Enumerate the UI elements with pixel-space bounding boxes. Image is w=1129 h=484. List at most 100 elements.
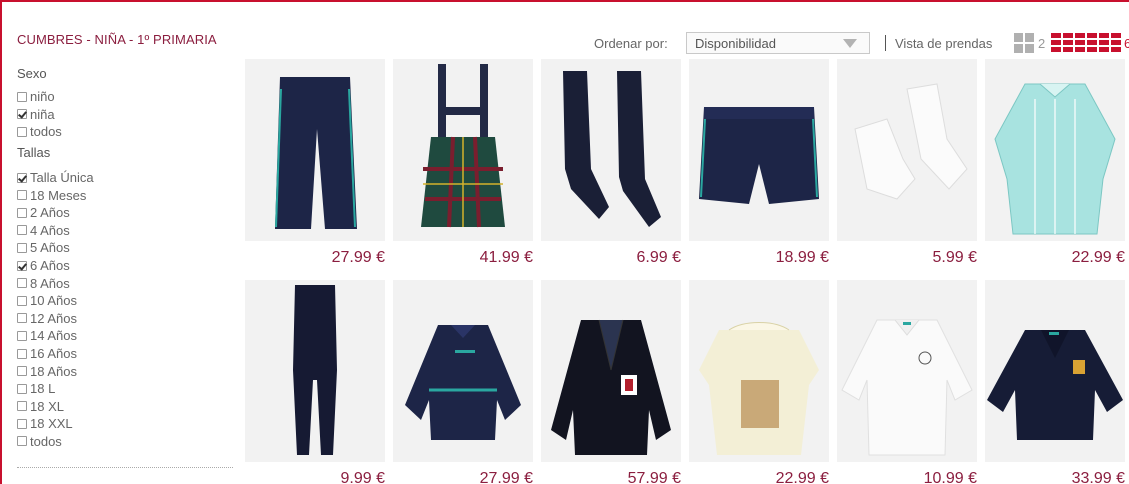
filter-option-sexo[interactable]: niña bbox=[17, 106, 233, 124]
pants-icon bbox=[275, 77, 357, 229]
checkbox[interactable] bbox=[17, 401, 27, 412]
checkbox[interactable] bbox=[17, 242, 27, 253]
product-card[interactable]: 10.99 € bbox=[837, 280, 977, 484]
filter-sexo-title: Sexo bbox=[17, 66, 47, 81]
filter-option-tallas[interactable]: 10 Años bbox=[17, 292, 233, 310]
filter-tallas-title: Tallas bbox=[17, 144, 51, 160]
product-image[interactable] bbox=[837, 280, 977, 462]
checkbox[interactable] bbox=[17, 383, 27, 394]
product-price: 22.99 € bbox=[775, 470, 829, 484]
tracksuit-jacket-icon bbox=[405, 325, 521, 440]
filter-option-label: niño bbox=[30, 89, 55, 105]
product-image[interactable] bbox=[985, 280, 1125, 462]
filter-option-label: 18 Años bbox=[30, 363, 77, 379]
checkbox[interactable] bbox=[17, 109, 27, 120]
checkbox[interactable] bbox=[17, 91, 27, 102]
checkbox[interactable] bbox=[17, 278, 27, 289]
product-image[interactable] bbox=[393, 59, 533, 241]
product-card[interactable]: 57.99 € bbox=[541, 280, 681, 484]
breadcrumb[interactable]: CUMBRES - NIÑA - 1º PRIMARIA bbox=[17, 32, 217, 47]
product-card[interactable]: 22.99 € bbox=[689, 280, 829, 484]
sidebar-divider bbox=[17, 467, 233, 468]
sweater-icon bbox=[987, 330, 1123, 440]
filter-option-label: 18 L bbox=[30, 381, 56, 397]
product-card[interactable]: 33.99 € bbox=[985, 280, 1125, 484]
filter-option-label: 18 XL bbox=[30, 398, 64, 414]
filter-option-tallas[interactable]: todos bbox=[17, 433, 233, 451]
product-image[interactable] bbox=[985, 59, 1125, 241]
tights-icon bbox=[293, 285, 337, 455]
product-price: 10.99 € bbox=[923, 470, 977, 484]
product-price: 5.99 € bbox=[932, 249, 977, 266]
shorts-icon bbox=[699, 107, 819, 204]
filter-option-tallas[interactable]: 14 Años bbox=[17, 327, 233, 345]
product-card[interactable]: 18.99 € bbox=[689, 59, 829, 266]
checkbox[interactable] bbox=[17, 190, 27, 201]
grid-2-view-icon[interactable] bbox=[1014, 33, 1034, 53]
filter-option-label: 5 Años bbox=[30, 240, 70, 256]
product-card[interactable]: 27.99 € bbox=[245, 59, 385, 266]
checkbox[interactable] bbox=[17, 225, 27, 236]
sort-select-value: Disponibilidad bbox=[695, 36, 776, 51]
filter-option-tallas[interactable]: 18 Meses bbox=[17, 186, 233, 204]
product-price: 18.99 € bbox=[775, 249, 829, 266]
filter-option-sexo[interactable]: todos bbox=[17, 123, 233, 141]
checkbox[interactable] bbox=[17, 330, 27, 341]
filter-option-tallas[interactable]: 18 Años bbox=[17, 362, 233, 380]
checkbox[interactable] bbox=[17, 260, 27, 271]
view-label: Vista de prendas bbox=[895, 36, 993, 51]
product-card[interactable]: 9.99 € bbox=[245, 280, 385, 484]
toolbar-separator bbox=[885, 35, 886, 51]
product-card[interactable]: 5.99 € bbox=[837, 59, 977, 266]
product-card[interactable]: 41.99 € bbox=[393, 59, 533, 266]
grid-6-view-icon[interactable] bbox=[1051, 33, 1121, 53]
product-price: 41.99 € bbox=[479, 249, 533, 266]
filter-option-tallas[interactable]: 2 Años bbox=[17, 204, 233, 222]
product-image[interactable] bbox=[837, 59, 977, 241]
checkbox[interactable] bbox=[17, 366, 27, 377]
view-2-label[interactable]: 2 bbox=[1038, 36, 1045, 51]
product-card[interactable]: 27.99 € bbox=[393, 280, 533, 484]
checkbox[interactable] bbox=[17, 418, 27, 429]
filter-option-tallas[interactable]: 18 L bbox=[17, 380, 233, 398]
filter-option-tallas[interactable]: 16 Años bbox=[17, 345, 233, 363]
checkbox[interactable] bbox=[17, 207, 27, 218]
product-image[interactable] bbox=[689, 280, 829, 462]
filter-option-tallas[interactable]: 6 Años bbox=[17, 257, 233, 275]
filter-option-tallas[interactable]: 18 XL bbox=[17, 398, 233, 416]
filter-option-label: 12 Años bbox=[30, 310, 77, 326]
filter-option-tallas[interactable]: 18 XXL bbox=[17, 415, 233, 433]
product-image[interactable] bbox=[689, 59, 829, 241]
checkbox[interactable] bbox=[17, 348, 27, 359]
filter-sexo-list: niño niña todos bbox=[17, 88, 233, 141]
product-image[interactable] bbox=[245, 280, 385, 462]
product-card[interactable]: 6.99 € bbox=[541, 59, 681, 266]
filter-option-tallas[interactable]: 8 Años bbox=[17, 274, 233, 292]
filter-option-tallas[interactable]: Talla Única bbox=[17, 169, 233, 187]
checkbox[interactable] bbox=[17, 313, 27, 324]
filter-option-label: 18 Meses bbox=[30, 187, 87, 203]
filter-option-tallas[interactable]: 4 Años bbox=[17, 222, 233, 240]
product-image[interactable] bbox=[541, 59, 681, 241]
product-image[interactable] bbox=[245, 59, 385, 241]
product-image[interactable] bbox=[393, 280, 533, 462]
product-price: 6.99 € bbox=[636, 249, 681, 266]
filter-option-tallas[interactable]: 5 Años bbox=[17, 239, 233, 257]
filter-option-label: 16 Años bbox=[30, 346, 77, 362]
checkbox[interactable] bbox=[17, 126, 27, 137]
filter-option-sexo[interactable]: niño bbox=[17, 88, 233, 106]
product-card[interactable]: 22.99 € bbox=[985, 59, 1125, 266]
sort-select[interactable]: Disponibilidad bbox=[686, 32, 870, 54]
filter-tallas-list: Talla Única 18 Meses 2 Años 4 Años 5 Años 6 A… bbox=[17, 169, 233, 451]
checkbox[interactable] bbox=[17, 172, 27, 183]
product-price: 22.99 € bbox=[1071, 249, 1125, 266]
checkbox[interactable] bbox=[17, 295, 27, 306]
view-6-label[interactable]: 6 bbox=[1124, 36, 1129, 51]
blazer-icon bbox=[551, 319, 671, 455]
filter-option-tallas[interactable]: 12 Años bbox=[17, 310, 233, 328]
checkbox[interactable] bbox=[17, 436, 27, 447]
white-socks-icon bbox=[854, 83, 968, 200]
product-image[interactable] bbox=[541, 280, 681, 462]
catalog-frame: CUMBRES - NIÑA - 1º PRIMARIA Sexo niño ni… bbox=[0, 0, 1129, 484]
polo-shirt-icon bbox=[841, 319, 973, 456]
